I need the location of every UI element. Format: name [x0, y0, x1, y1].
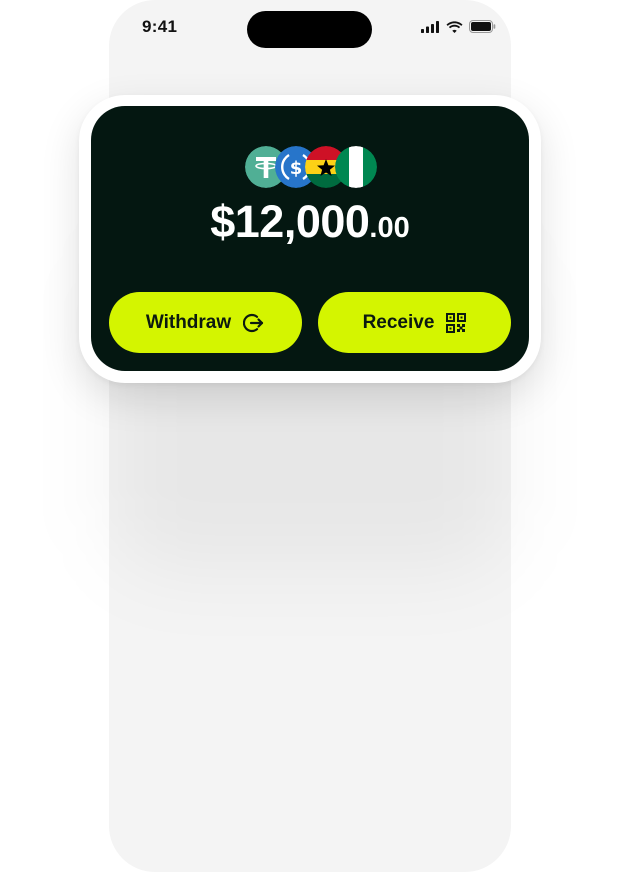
balance-cents: .00 — [369, 212, 410, 244]
withdraw-button-label: Withdraw — [145, 311, 232, 333]
cellular-signal-icon — [421, 20, 440, 33]
receive-button[interactable]: Receive — [318, 292, 511, 353]
wifi-icon — [446, 20, 463, 33]
wallet-card-frame: $ $12,000.00 Withdraw Receive — [79, 95, 541, 383]
status-icons — [421, 20, 496, 33]
qr-code-icon — [446, 312, 467, 333]
logout-arrow-icon — [243, 312, 265, 334]
wallet-balance-card: $ $12,000.00 Withdraw Receive — [91, 106, 529, 371]
dynamic-island — [247, 11, 372, 48]
status-bar: 9:41 — [109, 0, 511, 58]
withdraw-button[interactable]: Withdraw — [109, 292, 302, 353]
balance-amount: $12,000 — [210, 196, 370, 247]
wallet-balance: $12,000.00 — [91, 196, 529, 248]
nigeria-flag-icon — [335, 146, 377, 188]
currency-icon-stack: $ — [245, 146, 377, 188]
status-time: 9:41 — [142, 17, 178, 36]
svg-text:$: $ — [290, 158, 303, 179]
receive-button-label: Receive — [362, 311, 435, 333]
battery-icon — [469, 20, 496, 33]
stage: 9:41 $ $12,000.00 Withdraw Receive — [0, 0, 620, 872]
